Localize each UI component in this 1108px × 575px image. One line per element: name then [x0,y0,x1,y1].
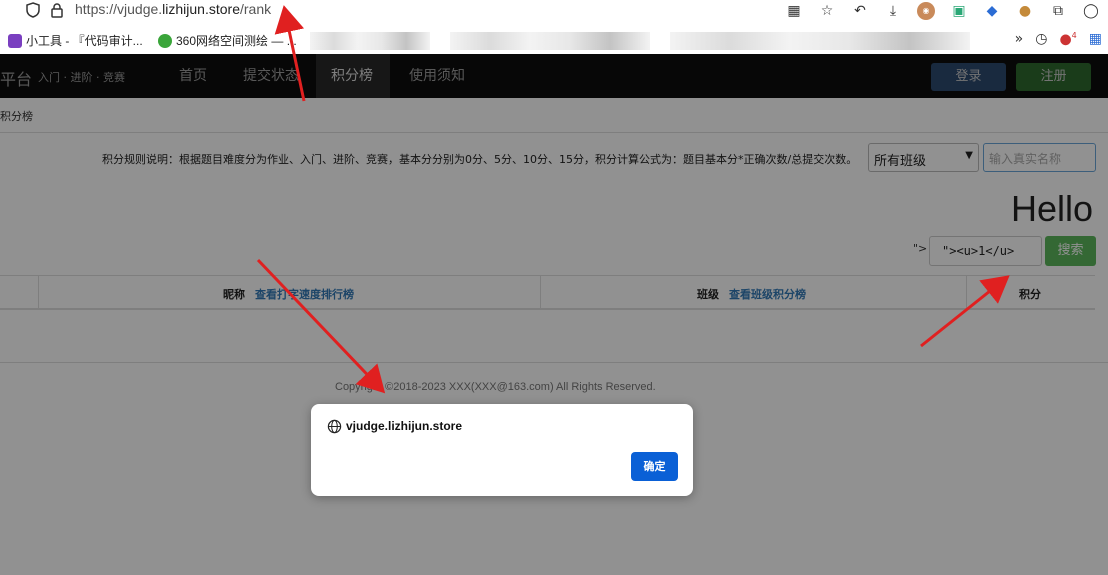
address-bar[interactable]: https://vjudge.lizhijun.store/rank ▦ ☆ ↶… [0,0,1108,22]
back-icon[interactable]: ↶ [851,2,869,20]
shield-icon[interactable] [26,2,40,18]
account-icon[interactable]: ◯ [1082,2,1100,20]
puzzle-icon[interactable]: ⧉ [1049,2,1067,20]
bookmark-item[interactable]: 小工具 - 『代码审计... [8,32,143,49]
alert-dialog: vjudge.lizhijun.store 确定 [311,404,693,496]
redacted-bookmarks [310,32,430,50]
redacted-bookmarks [670,32,970,50]
download-icon[interactable]: ⤓ [884,2,902,20]
bookmark-icon [8,33,22,48]
clock-icon[interactable]: ◷ [1035,31,1047,48]
tag-icon[interactable]: ◆ [983,2,1001,20]
grid-icon[interactable]: ▦ [1089,31,1102,48]
cookie-icon[interactable]: ● [1016,2,1034,20]
more-bookmarks-icon[interactable]: » [1015,31,1024,48]
bookmark-item[interactable]: 360网络空间测绘 — ... [158,32,297,49]
star-icon[interactable]: ☆ [818,2,836,20]
qr-icon[interactable]: ▦ [785,2,803,20]
redacted-bookmarks [450,32,650,50]
lock-icon[interactable] [50,2,64,18]
url-text[interactable]: https://vjudge.lizhijun.store/rank [75,1,271,17]
extension-icon[interactable]: ◉ [917,2,935,20]
bookmark-icon [158,33,172,48]
code-icon[interactable]: ▣ [950,2,968,20]
globe-icon [327,419,342,434]
ok-button[interactable]: 确定 [631,452,678,481]
modal-overlay [0,54,1108,575]
notification-icon[interactable]: ●4 [1059,31,1076,48]
dialog-title: vjudge.lizhijun.store [346,419,463,433]
